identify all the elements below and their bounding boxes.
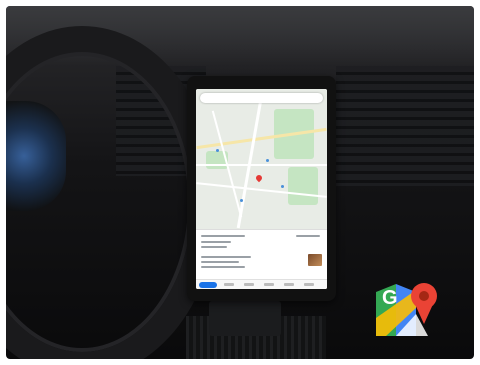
nav-button[interactable]: [264, 283, 274, 286]
place-subtitle-line: [201, 246, 227, 248]
nav-explore-button[interactable]: [199, 282, 217, 288]
poi-marker[interactable]: [240, 199, 243, 202]
place-subtitle-line: [201, 241, 231, 243]
nav-button[interactable]: [284, 283, 294, 286]
nav-button[interactable]: [244, 283, 254, 286]
poi-marker[interactable]: [281, 185, 284, 188]
poi-marker[interactable]: [266, 159, 269, 162]
nav-button[interactable]: [304, 283, 314, 286]
location-pin-icon[interactable]: [254, 173, 264, 183]
tablet-screen: [196, 89, 327, 289]
tablet-device: [187, 76, 336, 301]
bottom-nav: [196, 279, 327, 289]
right-air-vent: [336, 66, 474, 186]
place-photo[interactable]: [308, 254, 322, 266]
info-line: [201, 266, 245, 268]
poi-marker[interactable]: [216, 149, 219, 152]
tablet-mount: [209, 301, 281, 336]
search-input[interactable]: [200, 93, 323, 103]
nav-button[interactable]: [224, 283, 234, 286]
info-line: [201, 261, 239, 263]
logo-letter: G: [382, 287, 398, 309]
car-interior-photo: G: [6, 6, 474, 359]
place-title-line: [201, 235, 245, 237]
info-line: [201, 256, 251, 258]
park-area: [288, 167, 318, 205]
map-view[interactable]: [196, 89, 327, 229]
directions-line: [296, 235, 320, 237]
street: [196, 164, 327, 166]
